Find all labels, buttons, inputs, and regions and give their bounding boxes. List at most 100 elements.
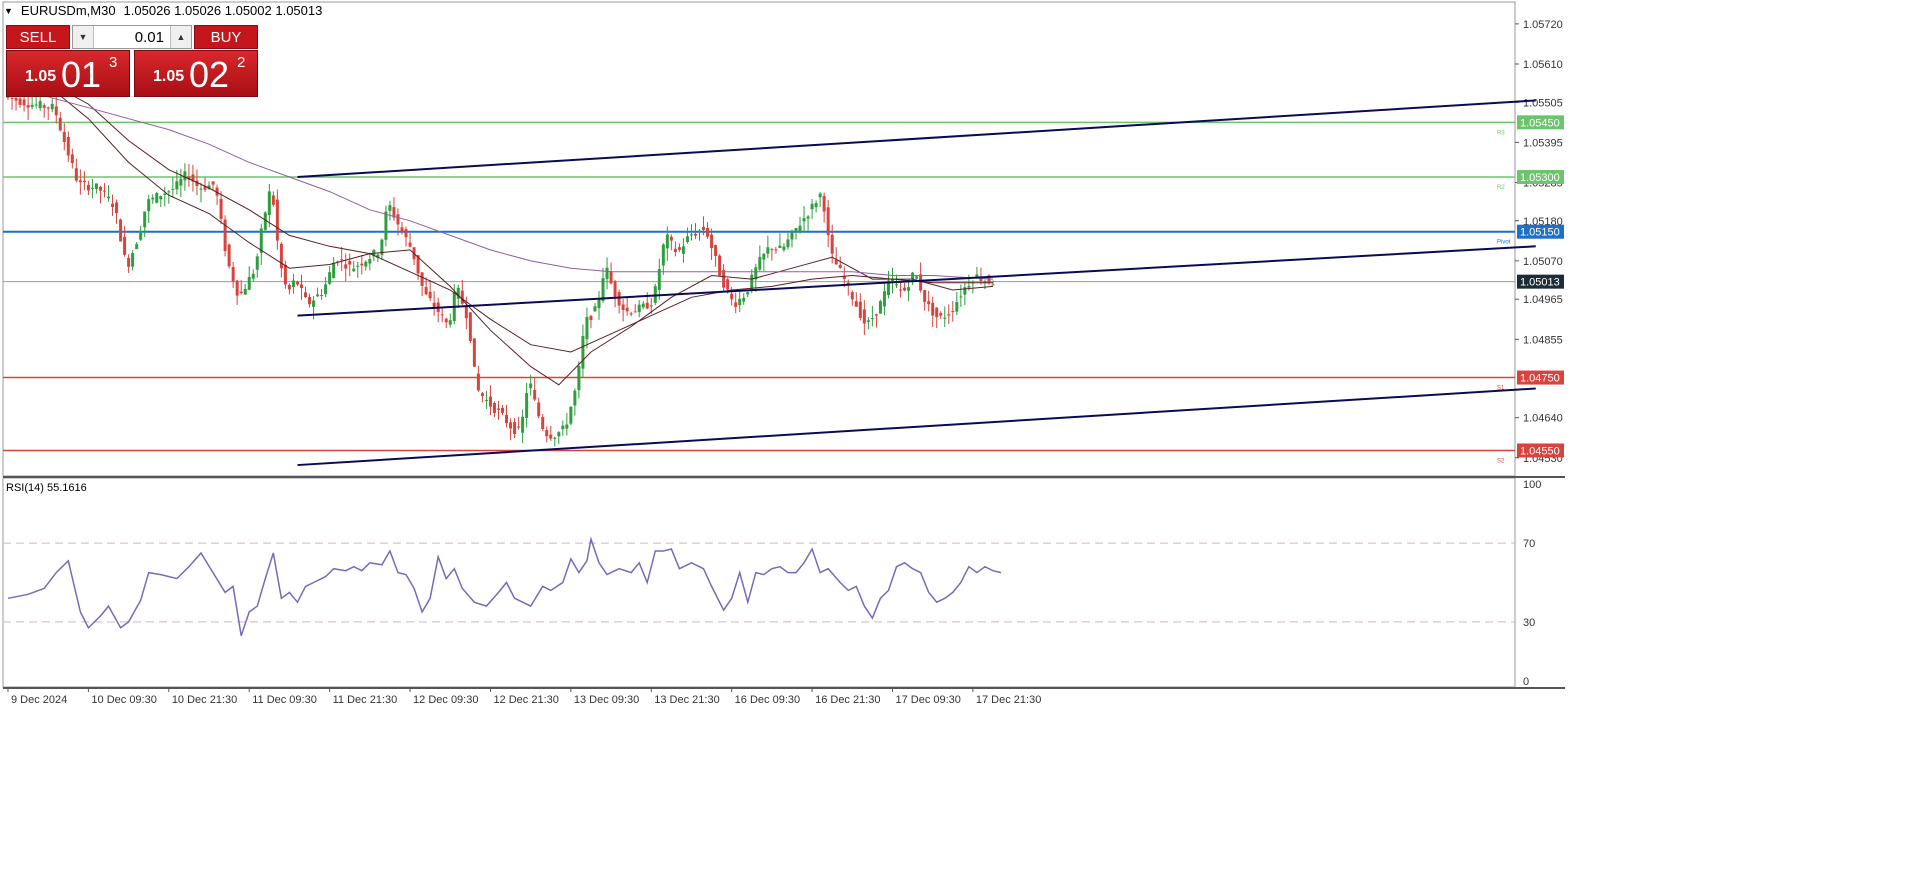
x-tick-label: 11 Dec 21:30 [333,694,398,706]
sell-price-small: 1.05 [25,68,57,85]
candle-body [810,203,814,210]
candle-body [633,311,637,313]
candle-body [119,219,123,242]
candle-body [818,193,822,198]
candle-body [62,131,66,142]
candle-body [400,227,404,232]
candle-body [243,288,247,295]
candle-body [127,257,131,267]
candle-body [404,229,408,238]
candle-body [649,305,653,307]
candle-body [287,284,291,290]
candle-body [951,311,955,313]
x-tick-label: 10 Dec 09:30 [91,694,156,706]
x-tick-label: 17 Dec 21:30 [976,694,1041,706]
candle-body [661,244,665,266]
candle-body [275,199,279,241]
candle-body [308,296,312,305]
lot-increase-icon[interactable]: ▲ [170,26,191,48]
candle-body [669,236,673,241]
candle-body [854,301,858,307]
candle-body [199,188,203,190]
chart-header: ▼ EURUSDm,M30 1.05026 1.05026 1.05002 1.… [4,3,322,18]
candle-body [738,298,742,306]
collapse-triangle-icon[interactable]: ▼ [4,6,13,16]
candle-body [352,268,356,272]
candle-body [573,390,577,406]
rsi-y-tick-label: 100 [1523,479,1541,491]
candle-body [151,197,155,200]
candle-body [58,117,62,131]
candle-body [78,180,82,183]
candle-body [585,317,589,340]
candle-body [159,196,163,200]
candle-body [746,292,750,295]
candle-body [517,426,521,428]
candle-body [673,248,677,252]
candle-body [46,107,50,109]
candle-body [617,292,621,306]
current-price-label: 1.05013 [1520,277,1560,289]
candle-body [163,193,167,195]
sell-button[interactable]: SELL [6,25,70,49]
y-tick-label: 1.05505 [1523,97,1563,109]
candle-body [862,309,866,324]
candle-body [693,233,697,236]
candle-body [167,191,171,193]
candle-body [838,264,842,268]
candle-body [231,267,235,282]
y-tick-label: 1.04965 [1523,294,1563,306]
candle-body [448,320,452,325]
x-tick-label: 13 Dec 21:30 [654,694,719,706]
buy-button[interactable]: BUY [194,25,258,49]
candle-body [496,408,500,410]
candle-body [685,236,689,242]
x-tick-label: 13 Dec 09:30 [574,694,639,706]
candle-body [30,104,34,107]
sell-price-button[interactable]: 1.05 01 3 [6,50,130,97]
candle-body [561,425,565,430]
candle-body [882,291,886,307]
candle-body [388,205,392,211]
candle-body [98,186,102,191]
candle-body [316,294,320,297]
lot-size-field[interactable]: ▼ 0.01 ▲ [72,25,192,49]
candle-body [432,302,436,307]
candle-body [484,400,488,402]
candle-body [967,286,971,288]
candle-body [102,190,106,192]
lot-size-value[interactable]: 0.01 [94,26,170,48]
candle-body [878,301,882,314]
candle-body [830,234,834,254]
symbol-timeframe: EURUSDm,M30 [20,3,116,18]
candle-body [74,168,78,181]
candle-body [557,432,561,437]
x-tick-label: 11 Dec 09:30 [252,694,317,706]
candle-body [870,318,874,320]
candle-body [131,253,135,267]
candle-body [665,234,669,249]
candle-body [408,242,412,247]
candle-body [111,203,115,208]
x-tick-label: 16 Dec 09:30 [735,694,800,706]
candle-body [734,302,738,307]
y-tick-label: 1.04855 [1523,334,1563,346]
candle-body [613,281,617,297]
x-tick-label: 12 Dec 09:30 [413,694,478,706]
candle-body [927,301,931,305]
candle-body [698,230,702,232]
buy-price-big: 02 [189,54,230,95]
candle-body [621,304,625,311]
candle-body [899,289,903,291]
lot-decrease-icon[interactable]: ▼ [73,26,94,48]
candle-body [774,249,778,251]
candle-body [219,198,223,219]
candle-body [356,265,360,267]
candle-body [569,406,573,424]
candle-body [931,302,935,316]
price-chart[interactable]: 1.057201.056101.055051.053951.052851.051… [0,0,1916,874]
candle-body [758,257,762,270]
candle-body [581,336,585,369]
candle-body [147,199,151,212]
buy-price-button[interactable]: 1.05 02 2 [134,50,258,97]
